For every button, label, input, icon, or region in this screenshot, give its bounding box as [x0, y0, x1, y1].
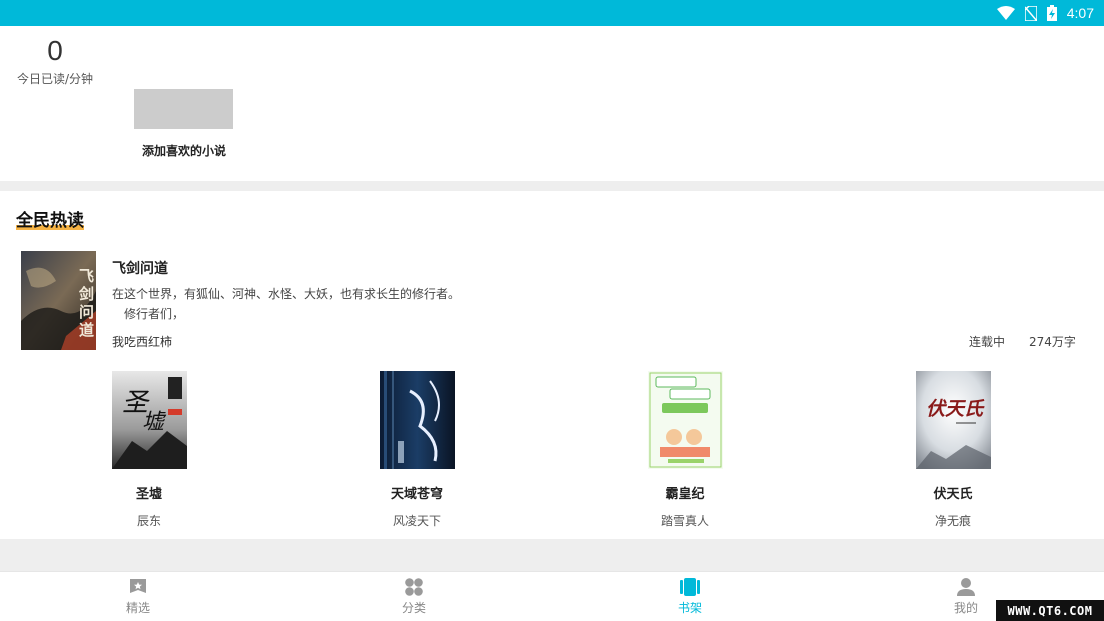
- book-author: 辰东: [136, 514, 161, 528]
- minutes-read-count: 0: [47, 35, 63, 66]
- featured-book-description: 在这个世界，有狐仙、河神、水怪、大妖，也有求长生的修行者。 修行者们，: [112, 284, 732, 324]
- featured-book[interactable]: 飞 剑 问 道 飞剑问道 在这个世界，有狐仙、河神、水怪、大妖，也有求长生的修行…: [21, 251, 1081, 351]
- book-author: 净无痕: [934, 514, 971, 528]
- bottom-spacer: [0, 539, 1104, 571]
- reading-stats[interactable]: 0 今日已读/分钟: [0, 34, 110, 87]
- tab-label: 精选: [125, 601, 150, 615]
- minutes-read-label: 今日已读/分钟: [16, 72, 94, 86]
- book-author: 踏雪真人: [660, 514, 709, 528]
- status-bar: 4:07: [0, 0, 1104, 26]
- featured-book-title: 飞剑问道: [112, 261, 168, 277]
- book-title: 霸皇纪: [665, 487, 705, 502]
- featured-book-word-count: 274万字: [1029, 335, 1076, 349]
- add-novel-button[interactable]: 添加喜欢的小说: [134, 89, 234, 159]
- svg-text:飞: 飞: [79, 267, 94, 285]
- book-item[interactable]: 伏天氏 伏天氏 净无痕: [893, 371, 1013, 529]
- tab-bookshelf[interactable]: 书架: [552, 572, 828, 621]
- bookmark-star-icon: [130, 579, 146, 593]
- book-item[interactable]: 霸皇纪 踏雪真人: [625, 371, 745, 529]
- svg-text:剑: 剑: [78, 285, 94, 303]
- no-sim-icon: [1024, 5, 1037, 21]
- book-cover: [647, 371, 723, 469]
- wifi-icon: [996, 6, 1015, 20]
- status-time: 4:07: [1066, 5, 1094, 21]
- battery-charging-icon: [1046, 5, 1057, 21]
- book-title: 伏天氏: [933, 487, 973, 502]
- book-author: 风凌天下: [392, 514, 441, 528]
- book-cover: 圣 墟: [111, 371, 187, 469]
- book-grid: 圣 墟 圣墟 辰东 天域苍穹 风凌天下 霸皇纪 踏雪真人 伏天氏 伏天氏 净无痕: [0, 371, 1104, 531]
- svg-text:道: 道: [79, 321, 94, 339]
- book-cover: 伏天氏: [915, 371, 991, 469]
- featured-book-status: 连载中: [969, 335, 1006, 349]
- watermark: WWW.QT6.COM: [996, 600, 1104, 621]
- tab-label: 分类: [401, 601, 426, 615]
- book-item[interactable]: 圣 墟 圣墟 辰东: [89, 371, 209, 529]
- section-divider: [0, 181, 1104, 191]
- description-line-2: 修行者们，: [124, 307, 185, 321]
- book-cover: [379, 371, 455, 469]
- book-item[interactable]: 天域苍穹 风凌天下: [357, 371, 477, 529]
- featured-book-author: 我吃西红柿: [112, 335, 173, 349]
- tab-categories[interactable]: 分类: [276, 572, 552, 621]
- add-novel-placeholder: [134, 89, 233, 129]
- section-title: 全民热读: [16, 211, 84, 231]
- tab-featured[interactable]: 精选: [0, 572, 276, 621]
- add-novel-label: 添加喜欢的小说: [141, 144, 226, 158]
- book-title: 圣墟: [135, 487, 162, 502]
- bottom-tab-bar: 精选 分类 书架 我的: [0, 571, 1104, 621]
- featured-book-cover: 飞 剑 问 道: [21, 251, 96, 350]
- book-title: 天域苍穹: [390, 487, 443, 502]
- bookshelf-icon: [680, 578, 700, 596]
- svg-text:伏天氏: 伏天氏: [926, 398, 985, 420]
- hot-reading-section: 全民热读 飞 剑 问 道 飞剑问道 在这个世界，有狐仙、河神、水怪、大妖，也有求…: [0, 191, 1104, 539]
- svg-text:墟: 墟: [142, 410, 167, 435]
- tab-label: 书架: [677, 601, 702, 615]
- svg-text:问: 问: [79, 303, 94, 321]
- shelf-area: 0 今日已读/分钟 添加喜欢的小说: [0, 26, 1104, 181]
- user-profile-icon: [957, 578, 975, 596]
- category-grid-icon: [405, 578, 423, 596]
- description-line-1: 在这个世界，有狐仙、河神、水怪、大妖，也有求长生的修行者。: [112, 287, 461, 301]
